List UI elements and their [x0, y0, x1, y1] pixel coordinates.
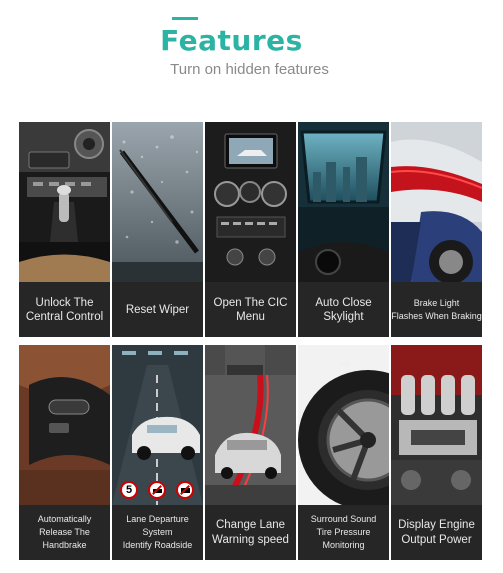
feature-caption: Display Engine Output Power — [391, 505, 482, 560]
tire-photo-icon: AR — [298, 345, 389, 505]
feature-tile-tire-pressure[interactable]: AR Surround Sound Tire Pressure Monitori… — [298, 345, 389, 560]
feature-caption: Brake Light Flashes When Braking — [391, 282, 482, 337]
features-grid: Unlock The Central Control Reset Wiper O… — [19, 122, 484, 560]
feature-tile-brake-light[interactable]: Brake Light Flashes When Braking — [391, 122, 482, 337]
no-truck-sign-icon — [176, 481, 194, 499]
wiper-photo-icon — [112, 122, 203, 282]
feature-tile-reset-wiper[interactable]: Reset Wiper — [112, 122, 203, 337]
title-accent-bar — [172, 17, 198, 20]
brake-light-photo-icon — [391, 122, 482, 282]
speed-sign-icon: 5 — [120, 481, 138, 499]
sunroof-photo-icon — [298, 122, 389, 282]
feature-caption: Surround Sound Tire Pressure Monitoring — [298, 505, 389, 560]
feature-tile-central-control[interactable]: Unlock The Central Control — [19, 122, 110, 337]
feature-caption: Auto Close Skylight — [298, 282, 389, 337]
feature-tile-lane-departure[interactable]: 5 Lane Departure System Identify Roadsid… — [112, 345, 203, 560]
feature-caption: Lane Departure System Identify Roadside — [112, 505, 203, 560]
feature-tile-engine-power[interactable]: Display Engine Output Power — [391, 345, 482, 560]
central-console-photo-icon — [19, 122, 110, 282]
feature-caption: Unlock The Central Control — [19, 282, 110, 337]
engine-photo-icon — [391, 345, 482, 505]
page-title: Features — [160, 24, 303, 57]
page-subtitle: Turn on hidden features — [170, 61, 329, 78]
feature-caption: Open The CIC Menu — [205, 282, 296, 337]
cic-screen-photo-icon — [205, 122, 296, 282]
feature-caption: Change Lane Warning speed — [205, 505, 296, 560]
handbrake-photo-icon — [19, 345, 110, 505]
feature-caption: Automatically Release The Handbrake — [19, 505, 110, 560]
lane-departure-photo-icon: 5 — [112, 345, 203, 505]
no-car-sign-icon — [148, 481, 166, 499]
feature-tile-skylight[interactable]: Auto Close Skylight — [298, 122, 389, 337]
lane-change-photo-icon — [205, 345, 296, 505]
feature-caption: Reset Wiper — [112, 282, 203, 337]
feature-tile-lane-change[interactable]: Change Lane Warning speed — [205, 345, 296, 560]
feature-tile-handbrake[interactable]: Automatically Release The Handbrake — [19, 345, 110, 560]
feature-tile-cic-menu[interactable]: Open The CIC Menu — [205, 122, 296, 337]
svg-text:AR: AR — [340, 361, 350, 369]
